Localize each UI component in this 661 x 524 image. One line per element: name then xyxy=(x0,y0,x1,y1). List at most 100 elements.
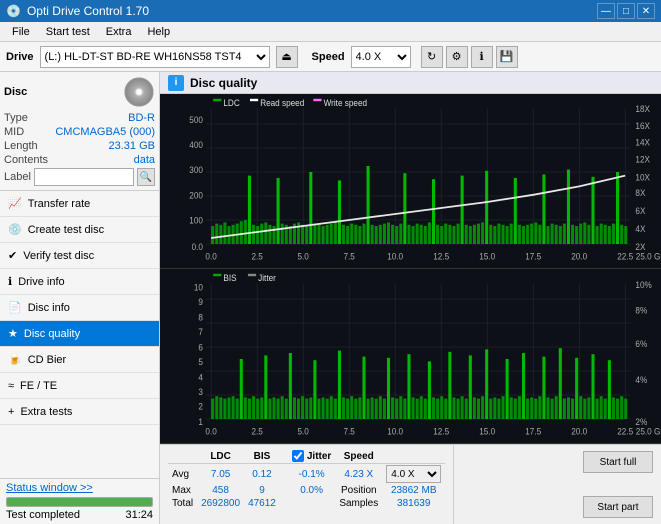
samples-label: Samples xyxy=(335,497,382,510)
content-area: i Disc quality xyxy=(160,72,661,524)
svg-text:1: 1 xyxy=(198,416,203,427)
start-full-button[interactable]: Start full xyxy=(583,451,653,473)
table-row: Max 458 9 0.0% Position 23862 MB xyxy=(168,484,445,497)
svg-text:LDC: LDC xyxy=(223,97,240,108)
label-input[interactable] xyxy=(34,168,134,186)
col-speed: Speed xyxy=(335,449,382,464)
refresh-button[interactable]: ↻ xyxy=(421,46,443,68)
sidebar-item-extra-tests[interactable]: + Extra tests xyxy=(0,399,159,425)
svg-text:BIS: BIS xyxy=(223,272,236,283)
drive-info-icon: ℹ xyxy=(8,275,12,288)
total-empty2 xyxy=(288,497,335,510)
maximize-button[interactable]: □ xyxy=(617,3,635,19)
speed-select[interactable]: 4.0 X xyxy=(351,46,411,68)
avg-bis: 0.12 xyxy=(244,464,280,485)
svg-text:4X: 4X xyxy=(635,223,645,234)
svg-text:20.0: 20.0 xyxy=(571,251,587,262)
col-empty xyxy=(280,449,288,464)
table-row: Total 2692800 47612 Samples 381639 xyxy=(168,497,445,510)
info-button[interactable]: ℹ xyxy=(471,46,493,68)
cd-bier-icon: 🍺 xyxy=(8,353,22,366)
svg-text:500: 500 xyxy=(189,114,203,125)
svg-text:5.0: 5.0 xyxy=(297,426,308,437)
sidebar-status: Status window >> Test completed 31:24 xyxy=(0,478,159,524)
menu-help[interactable]: Help xyxy=(139,24,178,40)
col-jitter: Jitter xyxy=(288,449,335,464)
svg-text:Write speed: Write speed xyxy=(324,97,367,108)
svg-text:400: 400 xyxy=(189,139,203,150)
speed-label: Speed xyxy=(312,51,345,63)
svg-text:10.0: 10.0 xyxy=(387,426,403,437)
type-value: BD-R xyxy=(128,112,155,124)
svg-text:200: 200 xyxy=(189,190,203,201)
mid-value: CMCMAGBA5 (000) xyxy=(55,126,155,138)
status-window-button[interactable]: Status window >> xyxy=(6,482,93,494)
jitter-col-label: Jitter xyxy=(307,451,331,462)
avg-jitter: -0.1% xyxy=(288,464,335,485)
svg-text:3: 3 xyxy=(198,386,203,397)
avg-label: Avg xyxy=(168,464,197,485)
svg-text:25.0 GB: 25.0 GB xyxy=(636,251,661,262)
chart-bis: 1 2 3 4 5 6 7 8 9 10 2% 4% 6% 8% 10% xyxy=(160,269,661,444)
sidebar-item-cd-bier[interactable]: 🍺 CD Bier xyxy=(0,347,159,373)
disc-quality-header-icon: i xyxy=(168,75,184,91)
fe-te-icon: ≈ xyxy=(8,380,14,392)
stats-table: LDC BIS Jitter Speed xyxy=(160,445,453,524)
svg-text:9: 9 xyxy=(198,296,203,307)
svg-text:20.0: 20.0 xyxy=(571,426,587,437)
svg-text:25.0 GB: 25.0 GB xyxy=(636,426,661,437)
svg-text:5: 5 xyxy=(198,356,203,367)
svg-text:Read speed: Read speed xyxy=(260,97,304,108)
label-browse-button[interactable]: 🔍 xyxy=(137,168,155,186)
verify-test-disc-label: Verify test disc xyxy=(23,250,94,262)
samples-value: 381639 xyxy=(382,497,445,510)
sidebar-item-fe-te[interactable]: ≈ FE / TE xyxy=(0,373,159,399)
progress-bar-fill xyxy=(7,498,152,506)
sidebar-item-create-test-disc[interactable]: 💿 Create test disc xyxy=(0,217,159,243)
sidebar-item-disc-info[interactable]: 📄 Disc info xyxy=(0,295,159,321)
save-button[interactable]: 💾 xyxy=(496,46,518,68)
svg-text:4%: 4% xyxy=(635,374,647,385)
max-bis: 9 xyxy=(244,484,280,497)
verify-test-disc-icon: ✔ xyxy=(8,249,17,262)
svg-text:15.0: 15.0 xyxy=(479,426,495,437)
svg-text:4: 4 xyxy=(198,372,203,383)
col-bis: BIS xyxy=(244,449,280,464)
menu-extra[interactable]: Extra xyxy=(98,24,140,40)
progress-bar-container xyxy=(6,497,153,507)
speed-select-2[interactable]: 4.0 X xyxy=(386,465,441,483)
avg-ldc: 7.05 xyxy=(197,464,244,485)
sidebar-item-disc-quality[interactable]: ★ Disc quality xyxy=(0,321,159,347)
start-part-button[interactable]: Start part xyxy=(583,496,653,518)
status-text: Test completed xyxy=(6,509,80,521)
avg-empty xyxy=(280,464,288,485)
max-empty xyxy=(280,484,288,497)
drive-label: Drive xyxy=(6,51,34,63)
drive-info-label: Drive info xyxy=(18,276,64,288)
svg-text:10%: 10% xyxy=(635,280,651,291)
sidebar-item-transfer-rate[interactable]: 📈 Transfer rate xyxy=(0,191,159,217)
nav-items: 📈 Transfer rate 💿 Create test disc ✔ Ver… xyxy=(0,191,159,478)
contents-label: Contents xyxy=(4,154,48,166)
disc-quality-title: Disc quality xyxy=(190,76,257,90)
menu-file[interactable]: File xyxy=(4,24,38,40)
disc-icon xyxy=(123,76,155,108)
fe-te-label: FE / TE xyxy=(20,380,57,392)
jitter-checkbox[interactable] xyxy=(292,450,304,462)
settings-button[interactable]: ⚙ xyxy=(446,46,468,68)
svg-text:18X: 18X xyxy=(635,103,650,114)
status-time: 31:24 xyxy=(125,509,153,521)
svg-text:17.5: 17.5 xyxy=(525,251,541,262)
chart-ldc-svg: 0.0 100 200 300 400 500 2X 4X 6X 8X 10X … xyxy=(160,94,661,268)
contents-value: data xyxy=(134,154,155,166)
close-button[interactable]: ✕ xyxy=(637,3,655,19)
max-ldc: 458 xyxy=(197,484,244,497)
svg-text:2.5: 2.5 xyxy=(251,426,262,437)
minimize-button[interactable]: — xyxy=(597,3,615,19)
sidebar-item-verify-test-disc[interactable]: ✔ Verify test disc xyxy=(0,243,159,269)
eject-button[interactable]: ⏏ xyxy=(276,46,298,68)
drive-select[interactable]: (L:) HL-DT-ST BD-RE WH16NS58 TST4 xyxy=(40,46,270,68)
svg-text:16X: 16X xyxy=(635,120,650,131)
menu-start-test[interactable]: Start test xyxy=(38,24,98,40)
sidebar-item-drive-info[interactable]: ℹ Drive info xyxy=(0,269,159,295)
